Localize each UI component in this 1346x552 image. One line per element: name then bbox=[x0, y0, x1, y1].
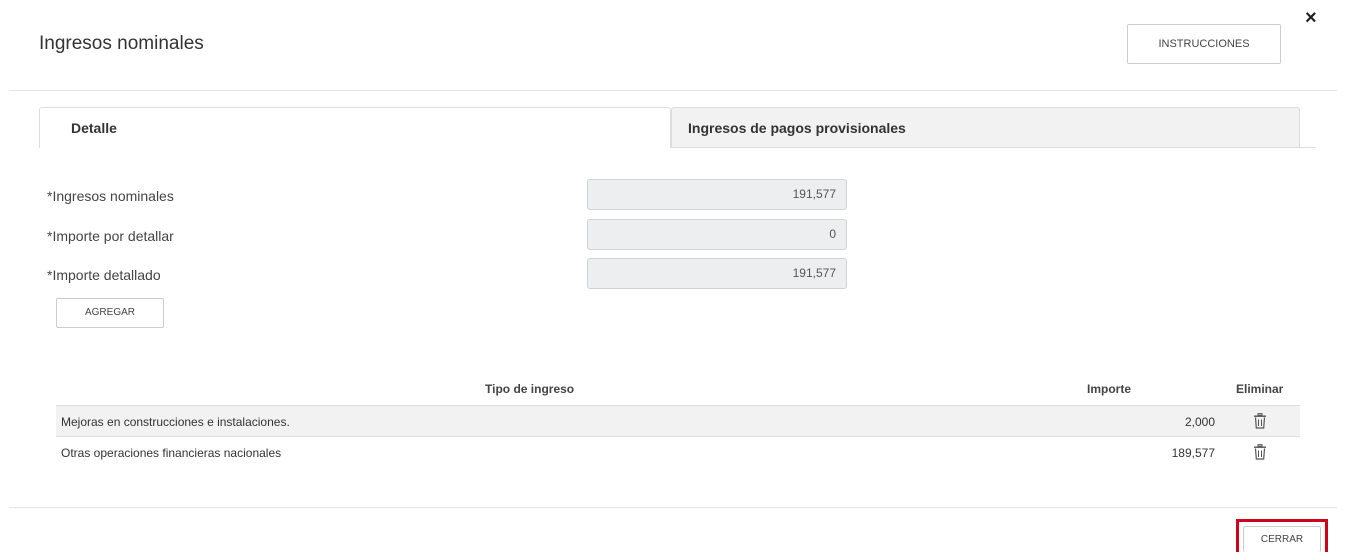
footer-divider bbox=[9, 507, 1337, 508]
tab-detalle[interactable]: Detalle bbox=[39, 107, 671, 148]
tab-underline bbox=[671, 147, 1316, 148]
field-label-ingresos-nominales: *Ingresos nominales bbox=[47, 188, 174, 204]
ingresos-nominales-field: 191,577 bbox=[587, 179, 847, 210]
table-row: Mejoras en construcciones e instalacione… bbox=[56, 405, 1300, 437]
column-header-importe: Importe bbox=[1087, 382, 1132, 396]
field-label-importe-detallado: *Importe detallado bbox=[47, 267, 161, 283]
modal-title: Ingresos nominales bbox=[39, 33, 204, 54]
trash-icon[interactable] bbox=[1253, 444, 1267, 460]
row-importe: 2,000 bbox=[1184, 415, 1215, 429]
header-divider bbox=[9, 90, 1337, 91]
cerrar-button[interactable]: CERRAR bbox=[1243, 526, 1321, 552]
row-tipo: Otras operaciones financieras nacionales bbox=[61, 446, 282, 460]
tab-ingresos-pagos-provisionales[interactable]: Ingresos de pagos provisionales bbox=[671, 107, 1300, 148]
agregar-button[interactable]: AGREGAR bbox=[56, 298, 164, 328]
column-header-tipo: Tipo de ingreso bbox=[485, 382, 575, 396]
row-tipo: Mejoras en construcciones e instalacione… bbox=[61, 415, 290, 429]
row-importe: 189,577 bbox=[1171, 446, 1215, 460]
instructions-button[interactable]: INSTRUCCIONES bbox=[1127, 24, 1281, 64]
column-header-eliminar: Eliminar bbox=[1236, 382, 1284, 396]
close-icon[interactable]: × bbox=[1305, 8, 1317, 28]
importe-por-detallar-field: 0 bbox=[587, 219, 847, 250]
table-row: Otras operaciones financieras nacionales… bbox=[56, 437, 1300, 469]
importe-detallado-field: 191,577 bbox=[587, 258, 847, 289]
field-label-importe-por-detallar: *Importe por detallar bbox=[47, 228, 174, 244]
trash-icon[interactable] bbox=[1253, 413, 1267, 429]
